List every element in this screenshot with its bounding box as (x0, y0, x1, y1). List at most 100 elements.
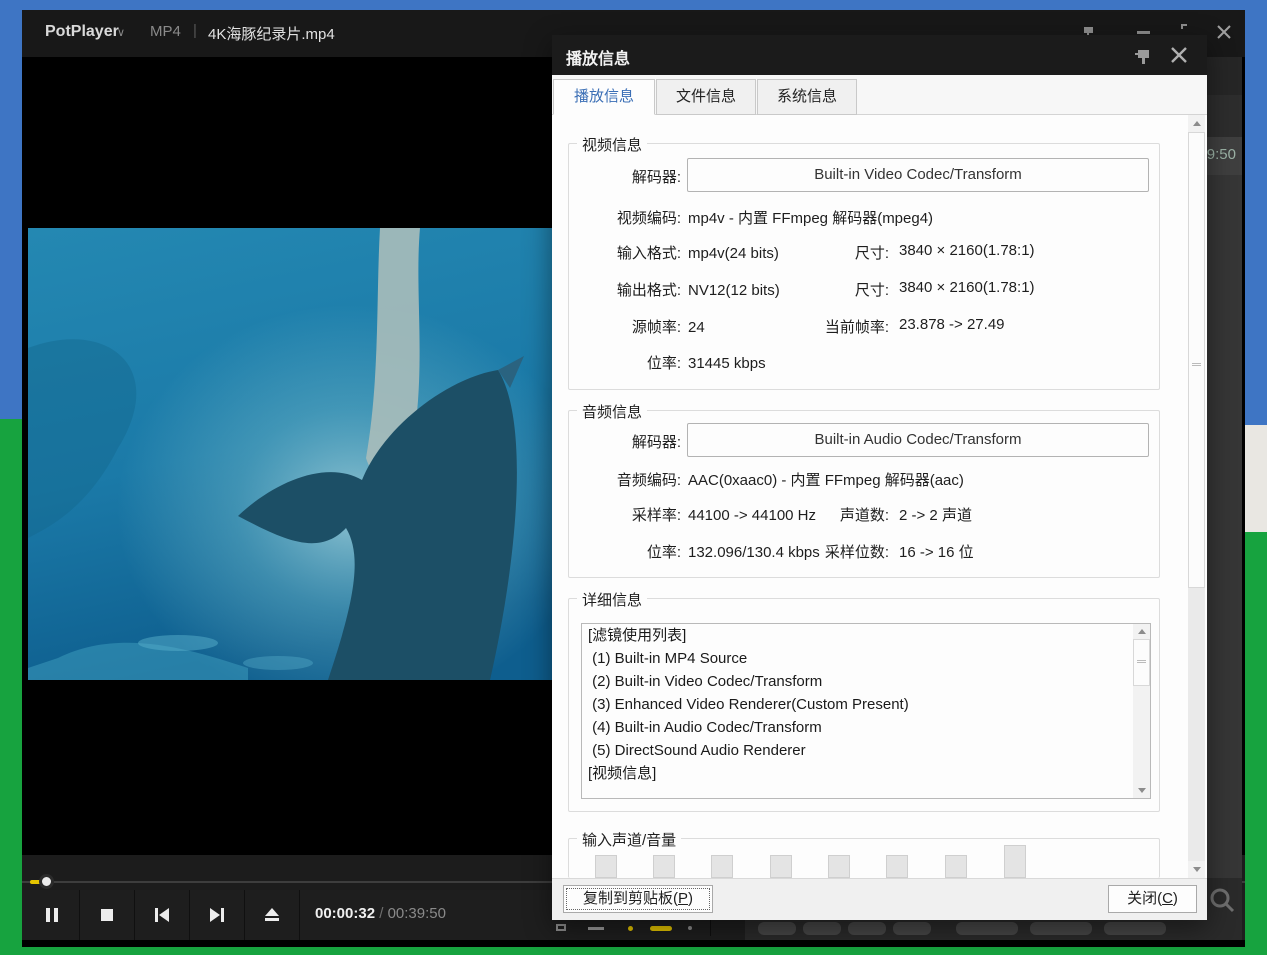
tab-system-info[interactable]: 系统信息 (757, 79, 857, 115)
video-info-group: 视频信息 解码器: Built-in Video Codec/Transform… (568, 143, 1160, 390)
details-scrollbar[interactable] (1133, 624, 1150, 798)
channel-meter (595, 855, 617, 878)
field-label: 音频编码: (569, 469, 681, 490)
playlist-toolbar-button[interactable] (893, 922, 931, 935)
playback-highlight-icon[interactable] (650, 926, 672, 931)
scrollbar-thumb[interactable] (1133, 639, 1150, 686)
desktop: PotPlayer ∨ MP4 | 4K海豚纪录片.mp4 (0, 0, 1267, 955)
field-label: 输入格式: (569, 242, 681, 263)
dialog-footer: 复制到剪贴板(P) 关闭(C) (552, 878, 1207, 920)
playlist-toolbar-button[interactable] (956, 922, 1018, 935)
dialog-pin-icon[interactable] (1133, 44, 1155, 71)
details-line: (5) DirectSound Audio Renderer (582, 739, 1150, 762)
video-decoder-button[interactable]: Built-in Video Codec/Transform (687, 158, 1149, 192)
video-codec-row: 视频编码: mp4v - 内置 FFmpeg 解码器(mpeg4) (569, 207, 1159, 231)
playlist-toolbar-button[interactable] (758, 922, 796, 935)
field-value: 16 -> 16 位 (899, 541, 974, 562)
field-value: 2 -> 2 声道 (899, 504, 972, 525)
playlist-toolbar-button[interactable] (803, 922, 841, 935)
video-output-format-row: 输出格式:NV12(12 bits) 尺寸:3840 × 2160(1.78:1… (569, 279, 1159, 303)
scroll-up-icon[interactable] (1188, 115, 1205, 132)
time-current: 00:00:32 (315, 905, 375, 922)
dialog-titlebar[interactable]: 播放信息 (552, 35, 1207, 75)
field-label: 采样率: (569, 504, 681, 525)
close-window-icon[interactable] (1214, 22, 1236, 42)
field-label: 采样位数: (785, 541, 889, 562)
field-value: mp4v - 内置 FFmpeg 解码器(mpeg4) (688, 210, 933, 227)
details-group-title: 详细信息 (577, 589, 647, 610)
scroll-up-icon[interactable] (1133, 624, 1150, 639)
stop-button[interactable] (80, 890, 135, 940)
app-logo-text[interactable]: PotPlayer (45, 23, 119, 41)
playlist-search-icon[interactable] (1208, 886, 1236, 919)
audio-info-group: 音频信息 解码器: Built-in Audio Codec/Transform… (568, 410, 1160, 578)
field-value: 3840 × 2160(1.78:1) (899, 242, 1035, 259)
seekbar-thumb[interactable] (39, 874, 54, 889)
video-decoder-label: 解码器: (569, 166, 681, 187)
scrollbar-track[interactable] (1188, 588, 1205, 861)
pause-button[interactable] (25, 890, 80, 940)
audio-decoder-button[interactable]: Built-in Audio Codec/Transform (687, 423, 1149, 457)
field-value: 3840 × 2160(1.78:1) (899, 279, 1035, 296)
dialog-scrollbar[interactable] (1188, 115, 1205, 878)
field-label: 视频编码: (569, 207, 681, 228)
time-separator: / (379, 905, 383, 922)
playlist-toolbar-button[interactable] (1104, 922, 1166, 935)
close-button[interactable]: 关闭(C) (1108, 885, 1197, 913)
dialog-tabstrip: 播放信息 文件信息 系统信息 (552, 75, 1207, 115)
playlist-toolbar-button[interactable] (848, 922, 886, 935)
channel-meter (945, 855, 967, 878)
details-line: (2) Built-in Video Codec/Transform (582, 670, 1150, 693)
audio-codec-row: 音频编码:AAC(0xaac0) - 内置 FFmpeg 解码器(aac) (569, 469, 1159, 493)
wallpaper-white-band (1245, 425, 1267, 532)
field-value: 31445 kbps (688, 355, 766, 372)
wallpaper-green-right (1245, 532, 1267, 955)
copy-to-clipboard-button[interactable]: 复制到剪贴板(P) (563, 885, 713, 913)
yellow-dot-indicator (628, 926, 633, 931)
tab-file-info[interactable]: 文件信息 (656, 79, 756, 115)
titlebar-separator: | (193, 22, 197, 39)
playlist-toolbar-button[interactable] (1030, 922, 1092, 935)
channel-meter (886, 855, 908, 878)
field-label: 源帧率: (569, 316, 681, 337)
field-value: NV12(12 bits) (688, 282, 780, 299)
eject-button[interactable] (245, 890, 300, 940)
details-line: [滤镜使用列表] (582, 624, 1150, 647)
details-line: (3) Enhanced Video Renderer(Custom Prese… (582, 693, 1150, 716)
scroll-down-icon[interactable] (1133, 783, 1150, 798)
audio-bitrate-row: 位率:132.096/130.4 kbps 采样位数:16 -> 16 位 (569, 541, 1159, 565)
button-label: 复制到剪贴板( (583, 890, 678, 907)
app-menu-chevron-icon[interactable]: ∨ (117, 26, 125, 39)
dialog-close-icon[interactable] (1168, 44, 1190, 71)
field-label: 输出格式: (569, 279, 681, 300)
channel-meter (711, 855, 733, 878)
previous-button[interactable] (135, 890, 190, 940)
wallpaper-green-bottom (0, 947, 1267, 955)
field-label: 当前帧率: (785, 316, 889, 337)
field-value: mp4v(24 bits) (688, 245, 779, 262)
video-frame[interactable] (28, 228, 552, 680)
button-label: ) (688, 890, 693, 907)
field-label: 位率: (569, 541, 681, 562)
tab-playback-info[interactable]: 播放信息 (553, 79, 655, 115)
channel-meter (770, 855, 792, 878)
scroll-down-icon[interactable] (1188, 861, 1205, 878)
details-line: (4) Built-in Audio Codec/Transform (582, 716, 1150, 739)
video-info-group-title: 视频信息 (577, 134, 647, 155)
details-line: (1) Built-in MP4 Source (582, 647, 1150, 670)
channel-meter (653, 855, 675, 878)
format-badge: MP4 (150, 23, 181, 40)
button-label: 关闭( (1127, 890, 1162, 907)
video-bitrate-row: 位率:31445 kbps (569, 352, 1159, 376)
audio-info-group-title: 音频信息 (577, 401, 647, 422)
field-value: 24 (688, 319, 705, 336)
details-listbox[interactable]: [滤镜使用列表] (1) Built-in MP4 Source (2) Bui… (581, 623, 1151, 799)
toolbar-dot-icon[interactable] (688, 926, 692, 930)
time-display: 00:00:32 / 00:39:50 (315, 905, 446, 922)
next-button[interactable] (190, 890, 245, 940)
scrollbar-thumb[interactable] (1188, 132, 1205, 588)
toolbar-dash-icon[interactable] (588, 927, 604, 930)
video-framerate-row: 源帧率:24 当前帧率:23.878 -> 27.49 (569, 316, 1159, 340)
button-mnemonic: C (1162, 890, 1173, 907)
ab-repeat-icon[interactable] (556, 924, 566, 931)
